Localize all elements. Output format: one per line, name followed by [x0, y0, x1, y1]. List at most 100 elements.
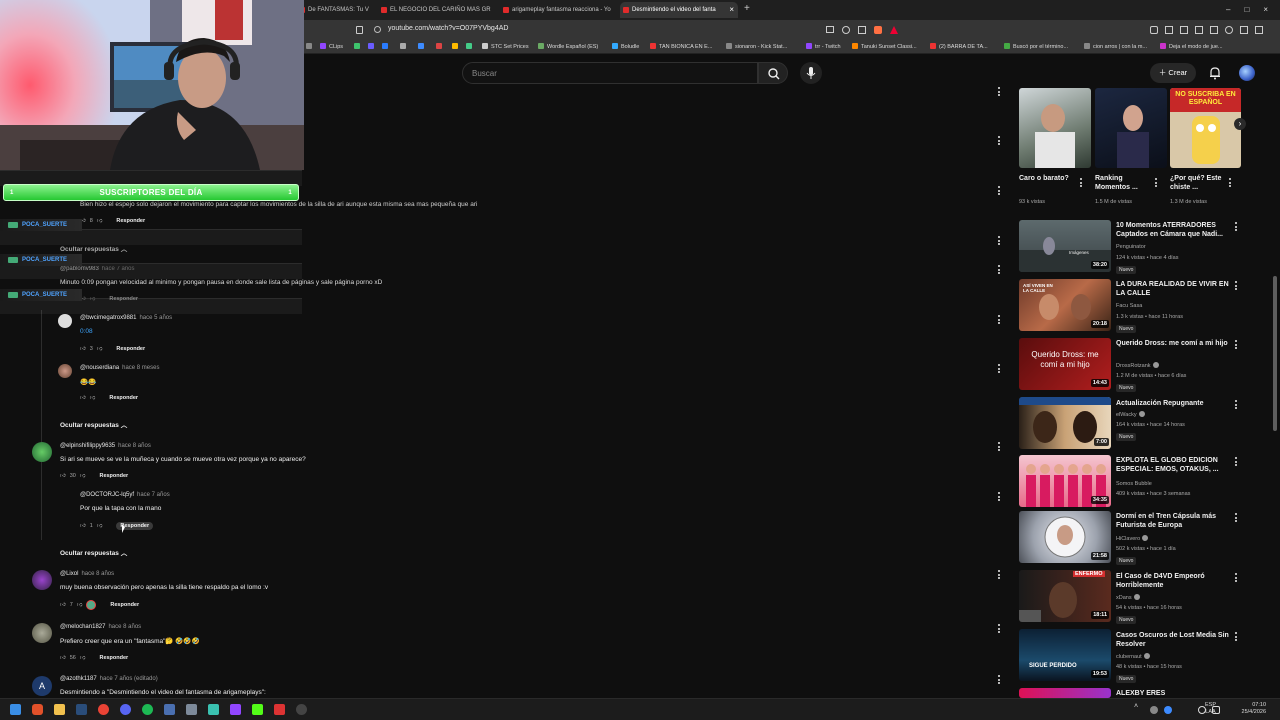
- video-thumbnail[interactable]: ASÍ VIVEN EN LA CALLE 20:18: [1019, 279, 1111, 331]
- more-options-icon[interactable]: [997, 265, 1001, 275]
- dislike-icon[interactable]: 👎︎: [97, 346, 103, 352]
- more-options-icon[interactable]: [1154, 178, 1158, 188]
- like-icon[interactable]: 👍︎: [60, 473, 66, 479]
- channel-name[interactable]: Somos Bubble: [1116, 481, 1152, 487]
- sidebar-icon[interactable]: [1180, 26, 1188, 34]
- comment-author[interactable]: @elpinshifilippy9635 hace 8 años: [60, 443, 151, 449]
- more-options-icon[interactable]: [1234, 632, 1238, 642]
- maximize-button[interactable]: □: [1244, 0, 1249, 20]
- bookmark-item[interactable]: [418, 43, 427, 50]
- more-options-icon[interactable]: [997, 136, 1001, 146]
- more-options-icon[interactable]: [997, 570, 1001, 580]
- more-options-icon[interactable]: [997, 87, 1001, 97]
- more-options-icon[interactable]: [1228, 178, 1232, 188]
- app-icon[interactable]: [208, 704, 219, 715]
- hide-replies-button[interactable]: Ocultar respuestas ︿: [60, 419, 127, 429]
- video-thumbnail[interactable]: 21:58: [1019, 511, 1111, 563]
- avatar[interactable]: [58, 314, 72, 328]
- chevron-right-icon[interactable]: ›: [1234, 118, 1246, 130]
- channel-name[interactable]: Penguinator: [1116, 244, 1146, 250]
- search-button[interactable]: [758, 62, 788, 84]
- bookmark-item[interactable]: [382, 43, 391, 50]
- short-thumbnail[interactable]: [1095, 88, 1167, 168]
- video-thumbnail[interactable]: Querido Dross: me comí a mi hijo 14:43: [1019, 338, 1111, 390]
- reply-button[interactable]: Responder: [116, 346, 145, 352]
- like-icon[interactable]: 👍︎: [60, 655, 66, 661]
- video-title[interactable]: El Caso de D4VD Empeoró Horriblemente: [1116, 572, 1232, 590]
- video-title[interactable]: 10 Momentos ATERRADORES Captados en Cáma…: [1116, 221, 1232, 239]
- steam-icon[interactable]: [76, 704, 87, 715]
- video-thumbnail[interactable]: 34:35: [1019, 455, 1111, 507]
- tray-app-icon[interactable]: [1164, 706, 1172, 714]
- video-title[interactable]: Actualización Repugnante: [1116, 399, 1232, 408]
- video-thumbnail[interactable]: [1019, 688, 1111, 698]
- account-avatar[interactable]: [1239, 65, 1255, 81]
- page-scrollbar[interactable]: [1273, 276, 1277, 431]
- dislike-icon[interactable]: 👎︎: [97, 218, 103, 224]
- bookmark-item[interactable]: Tanuki Sunset Classi...: [852, 43, 917, 50]
- bookmark-item[interactable]: (2) BARRA DE TA...: [930, 43, 988, 50]
- dislike-icon[interactable]: 👎︎: [80, 655, 86, 661]
- short-thumbnail[interactable]: NO SUSCRIBA EN ESPAÑOL: [1170, 88, 1241, 168]
- rewards-icon[interactable]: [890, 26, 898, 34]
- tray-app-icon[interactable]: [1150, 706, 1158, 714]
- video-thumbnail[interactable]: 7:00: [1019, 397, 1111, 449]
- dislike-icon[interactable]: 👎︎: [90, 395, 96, 401]
- bookmark-item[interactable]: [452, 43, 461, 50]
- tab-active[interactable]: Desmintiendo el video del fanta ×: [620, 2, 738, 18]
- url-text[interactable]: youtube.com/watch?v=O07PYVbg4AD: [388, 25, 508, 32]
- video-title[interactable]: Dormí en el Tren Cápsula más Futurista d…: [1116, 512, 1232, 530]
- bookmark-item[interactable]: Wordle Español (ES): [538, 43, 598, 50]
- close-tab-icon[interactable]: ×: [729, 2, 734, 18]
- comment-author[interactable]: @melochan1827 hace 8 años: [60, 624, 141, 630]
- comment-author[interactable]: @Lixol hace 8 años: [60, 571, 114, 577]
- dislike-icon[interactable]: 👎︎: [80, 473, 86, 479]
- more-options-icon[interactable]: [1234, 513, 1238, 523]
- more-options-icon[interactable]: [1234, 222, 1238, 232]
- more-options-icon[interactable]: [997, 492, 1001, 502]
- search-input[interactable]: [463, 63, 757, 84]
- profile-icon[interactable]: [1225, 26, 1233, 34]
- app-icon[interactable]: [186, 704, 197, 715]
- reader-icon[interactable]: [826, 26, 834, 33]
- share-icon[interactable]: [858, 26, 866, 34]
- more-options-icon[interactable]: [1234, 340, 1238, 350]
- short-thumbnail[interactable]: [1019, 88, 1091, 168]
- more-options-icon[interactable]: [1079, 178, 1083, 188]
- short-title[interactable]: Caro o barato?: [1019, 174, 1077, 183]
- brave-shield-icon[interactable]: [874, 26, 882, 34]
- reply-button[interactable]: Responder: [109, 395, 138, 401]
- extensions-icon[interactable]: [1150, 26, 1158, 34]
- more-options-icon[interactable]: [997, 236, 1001, 246]
- short-title[interactable]: ¿Por qué? Este chiste ...: [1170, 174, 1228, 192]
- video-title[interactable]: Querido Dross: me comí a mi hijo: [1116, 339, 1232, 348]
- video-title[interactable]: EXPLOTA EL GLOBO EDICION ESPECIAL: EMOS,…: [1116, 456, 1232, 474]
- like-icon[interactable]: 👍︎: [80, 395, 86, 401]
- bookmark-item[interactable]: [466, 43, 475, 50]
- clock[interactable]: 07:10 25/4/2026: [1242, 702, 1266, 716]
- obs-icon[interactable]: [274, 704, 285, 715]
- sidebar-toggle-icon[interactable]: [356, 26, 363, 34]
- close-window-button[interactable]: ×: [1263, 0, 1268, 20]
- like-icon[interactable]: 👍︎: [60, 602, 66, 608]
- reply-button[interactable]: Responder: [99, 655, 128, 661]
- volume-icon[interactable]: [1212, 706, 1220, 714]
- dislike-icon[interactable]: 👎︎: [97, 523, 103, 529]
- bookmark-item[interactable]: [354, 43, 363, 50]
- kick-icon[interactable]: [252, 704, 263, 715]
- zoom-icon[interactable]: [842, 26, 850, 34]
- more-options-icon[interactable]: [1234, 573, 1238, 583]
- app-icon[interactable]: [296, 704, 307, 715]
- bookmark-item[interactable]: sionaron - Kick Stat...: [726, 43, 787, 50]
- more-options-icon[interactable]: [1234, 400, 1238, 410]
- more-options-icon[interactable]: [997, 624, 1001, 634]
- comment-author[interactable]: @bwcimegatrox9881 hace 5 años: [80, 315, 172, 321]
- video-title[interactable]: Casos Oscuros de Lost Media Sin Resolver: [1116, 631, 1232, 649]
- bookmark-item[interactable]: cion arros | con la m...: [1084, 43, 1147, 50]
- channel-name[interactable]: clubernaut: [1116, 653, 1150, 660]
- bookmark-item[interactable]: trr - Twitch: [806, 43, 841, 50]
- discord-icon[interactable]: [120, 704, 131, 715]
- vpn-icon[interactable]: [1240, 26, 1248, 34]
- voice-search-button[interactable]: [800, 62, 822, 84]
- like-icon[interactable]: 👍︎: [80, 346, 86, 352]
